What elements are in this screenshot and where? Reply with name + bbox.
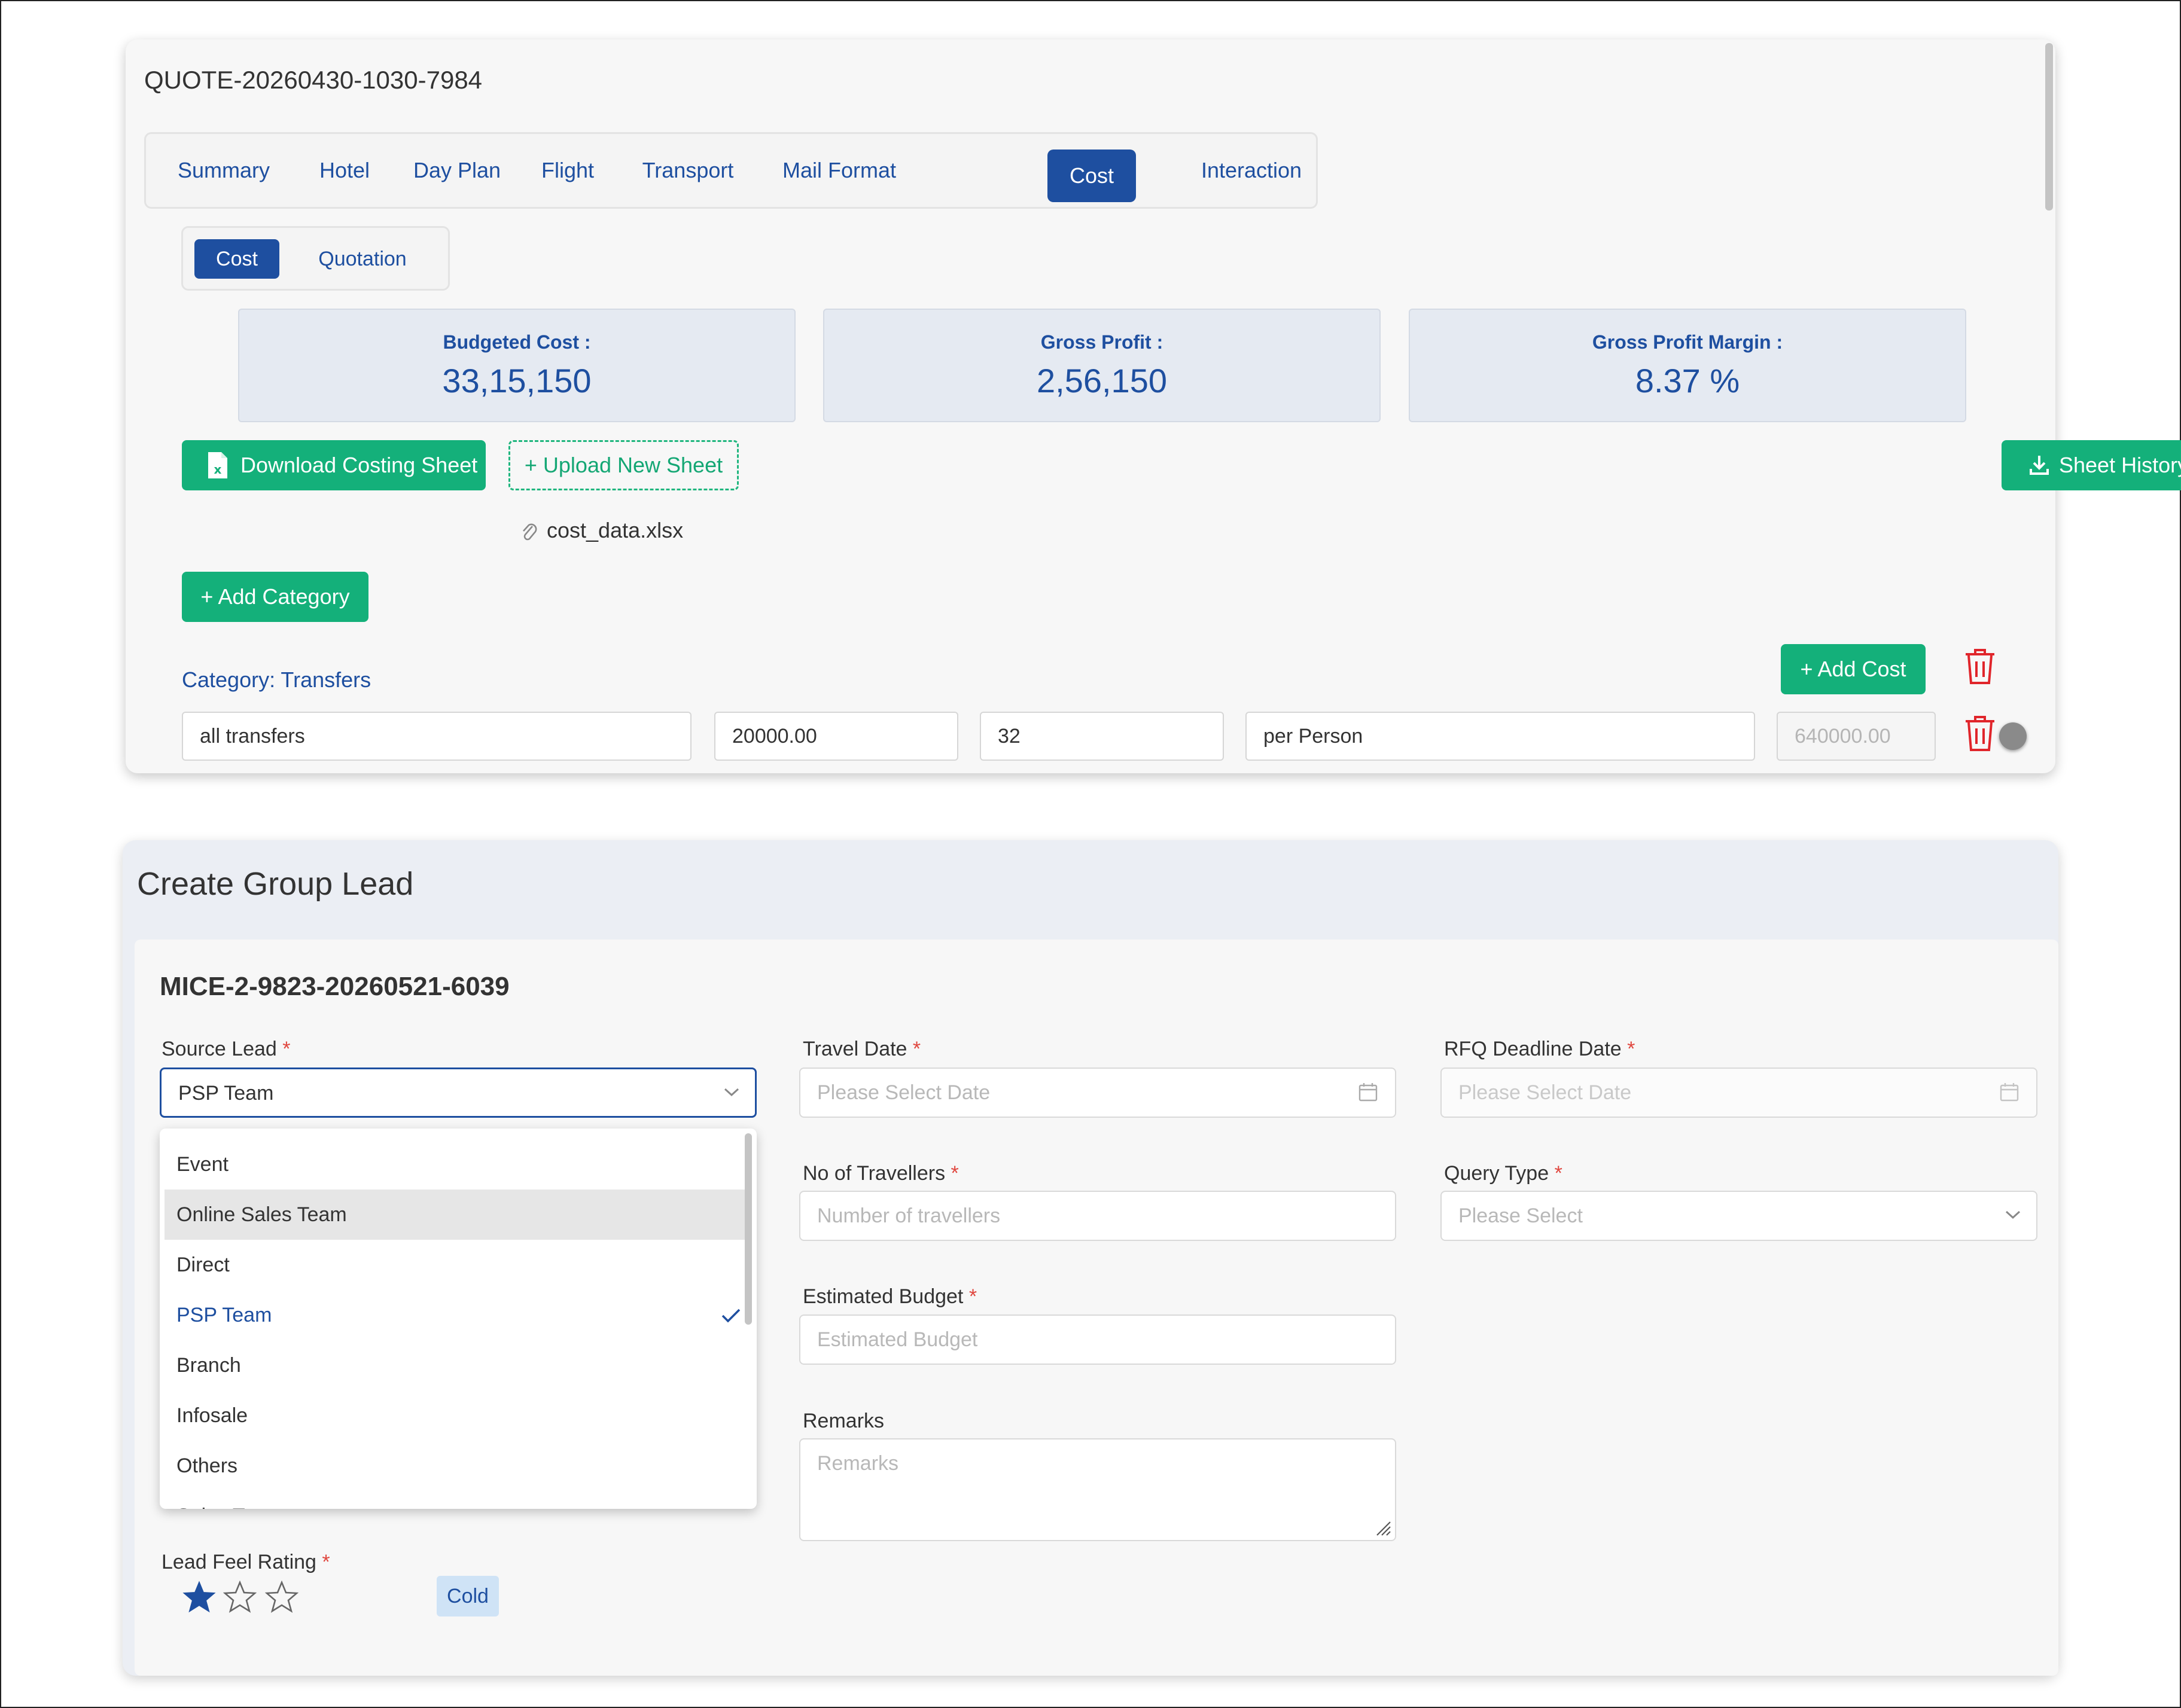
rfq-deadline-label: RFQ Deadline Date * — [1444, 1038, 1635, 1060]
option-sales-team[interactable]: Sales T — [160, 1491, 757, 1509]
chevron-down-icon — [2005, 1210, 2021, 1219]
quote-panel: QUOTE-20260430-1030-7984 Summary Hotel D… — [126, 39, 2181, 773]
rfq-deadline-input[interactable]: Please Select Date — [1440, 1068, 2037, 1118]
svg-text:x: x — [214, 462, 222, 477]
drag-handle[interactable] — [1999, 722, 2027, 750]
no-of-travellers-label: No of Travellers * — [803, 1162, 959, 1185]
add-cost-button[interactable]: + Add Cost — [1781, 644, 1926, 694]
tab-cost[interactable]: Cost — [1047, 150, 1136, 202]
stat-gross-profit: Gross Profit : 2,56,150 — [823, 309, 1381, 422]
stat-value: 33,15,150 — [442, 362, 592, 399]
source-lead-value: PSP Team — [178, 1082, 274, 1105]
upload-new-sheet-button[interactable]: + Upload New Sheet — [508, 440, 739, 490]
no-of-travellers-input[interactable]: Number of travellers — [799, 1191, 1396, 1241]
sheet-history-label: Sheet History — [2059, 453, 2181, 477]
uploaded-file-name[interactable]: cost_data.xlsx — [547, 518, 683, 543]
lead-form: MICE-2-9823-20260521-6039 Source Lead * … — [135, 940, 2058, 1676]
cost-total-field: 640000.00 — [1777, 712, 1936, 761]
calendar-icon — [2000, 1083, 2019, 1102]
cost-rate-input[interactable]: 20000.00 — [714, 712, 958, 761]
download-costing-sheet-button[interactable]: x Download Costing Sheet — [182, 440, 486, 490]
paperclip-icon — [523, 523, 537, 541]
source-lead-dropdown: Event Online Sales Team Direct PSP Team … — [160, 1128, 757, 1509]
query-type-label: Query Type * — [1444, 1162, 1562, 1185]
star-outline-icon[interactable] — [223, 1581, 257, 1613]
query-type-select[interactable]: Please Select — [1440, 1191, 2037, 1241]
delete-cost-row-icon[interactable] — [1963, 714, 1997, 752]
estimated-budget-input[interactable]: Estimated Budget — [799, 1314, 1396, 1365]
category-label: Category: Transfers — [182, 667, 371, 692]
tab-day-plan[interactable]: Day Plan — [398, 134, 516, 207]
option-direct[interactable]: Direct — [160, 1240, 757, 1290]
resize-handle-icon[interactable] — [1373, 1518, 1391, 1536]
sub-tab-bar: Cost Quotation — [181, 226, 450, 291]
download-icon — [2030, 456, 2049, 475]
excel-file-icon: x — [208, 452, 227, 478]
source-lead-select[interactable]: PSP Team — [160, 1068, 757, 1118]
option-branch[interactable]: Branch — [160, 1340, 757, 1390]
cost-unit-input[interactable]: per Person — [1245, 712, 1755, 761]
tab-summary[interactable]: Summary — [158, 134, 290, 207]
rating-badge: Cold — [437, 1576, 499, 1616]
create-group-lead-panel: Create Group Lead MICE-2-9823-20260521-6… — [123, 840, 2058, 1676]
option-psp-team[interactable]: PSP Team — [160, 1290, 757, 1340]
stat-value: 2,56,150 — [1037, 362, 1167, 399]
subtab-quotation[interactable]: Quotation — [291, 239, 434, 279]
sheet-history-button[interactable]: Sheet History — [2002, 440, 2181, 490]
dropdown-scrollbar[interactable] — [745, 1133, 752, 1325]
travel-date-label: Travel Date * — [803, 1038, 921, 1060]
remarks-textarea[interactable]: Remarks — [799, 1438, 1396, 1541]
option-event[interactable]: Event — [160, 1139, 757, 1190]
download-label: Download Costing Sheet — [240, 453, 478, 477]
check-icon — [721, 1309, 741, 1323]
star-outline-icon[interactable] — [265, 1581, 298, 1613]
stat-label: Gross Profit Margin : — [1592, 331, 1783, 353]
subtab-cost[interactable]: Cost — [194, 239, 279, 279]
chevron-down-icon — [724, 1088, 739, 1097]
lead-id: MICE-2-9823-20260521-6039 — [160, 972, 510, 1001]
tab-mail-format[interactable]: Mail Format — [759, 134, 920, 207]
stat-label: Gross Profit : — [1040, 331, 1163, 353]
option-others[interactable]: Others — [160, 1441, 757, 1491]
stat-gross-profit-margin: Gross Profit Margin : 8.37 % — [1409, 309, 1966, 422]
panel-scrollbar[interactable] — [2042, 39, 2055, 773]
tab-interaction[interactable]: Interaction — [1186, 134, 1317, 207]
stat-label: Budgeted Cost : — [443, 331, 591, 353]
remarks-label: Remarks — [803, 1410, 885, 1432]
scrollbar-thumb[interactable] — [2045, 43, 2053, 211]
main-tab-bar: Summary Hotel Day Plan Flight Transport … — [144, 132, 1318, 209]
estimated-budget-label: Estimated Budget * — [803, 1285, 977, 1308]
delete-category-icon[interactable] — [1963, 647, 1997, 685]
add-category-button[interactable]: + Add Category — [182, 572, 368, 622]
tab-transport[interactable]: Transport — [622, 134, 754, 207]
stat-value: 8.37 % — [1635, 362, 1740, 399]
lead-feel-rating-label: Lead Feel Rating * — [162, 1551, 330, 1573]
travel-date-input[interactable]: Please Select Date — [799, 1068, 1396, 1118]
page-title: Create Group Lead — [137, 866, 414, 902]
quote-id: QUOTE-20260430-1030-7984 — [144, 66, 483, 94]
tab-hotel[interactable]: Hotel — [297, 134, 392, 207]
stat-budgeted-cost: Budgeted Cost : 33,15,150 — [238, 309, 796, 422]
cost-quantity-input[interactable]: 32 — [980, 712, 1224, 761]
calendar-icon — [1358, 1083, 1378, 1102]
option-infosale[interactable]: Infosale — [160, 1390, 757, 1441]
tab-flight[interactable]: Flight — [520, 134, 616, 207]
source-lead-label: Source Lead * — [162, 1038, 291, 1060]
star-filled-icon[interactable] — [182, 1581, 216, 1613]
cost-description-input[interactable]: all transfers — [182, 712, 692, 761]
option-online-sales-team[interactable]: Online Sales Team — [165, 1190, 750, 1240]
